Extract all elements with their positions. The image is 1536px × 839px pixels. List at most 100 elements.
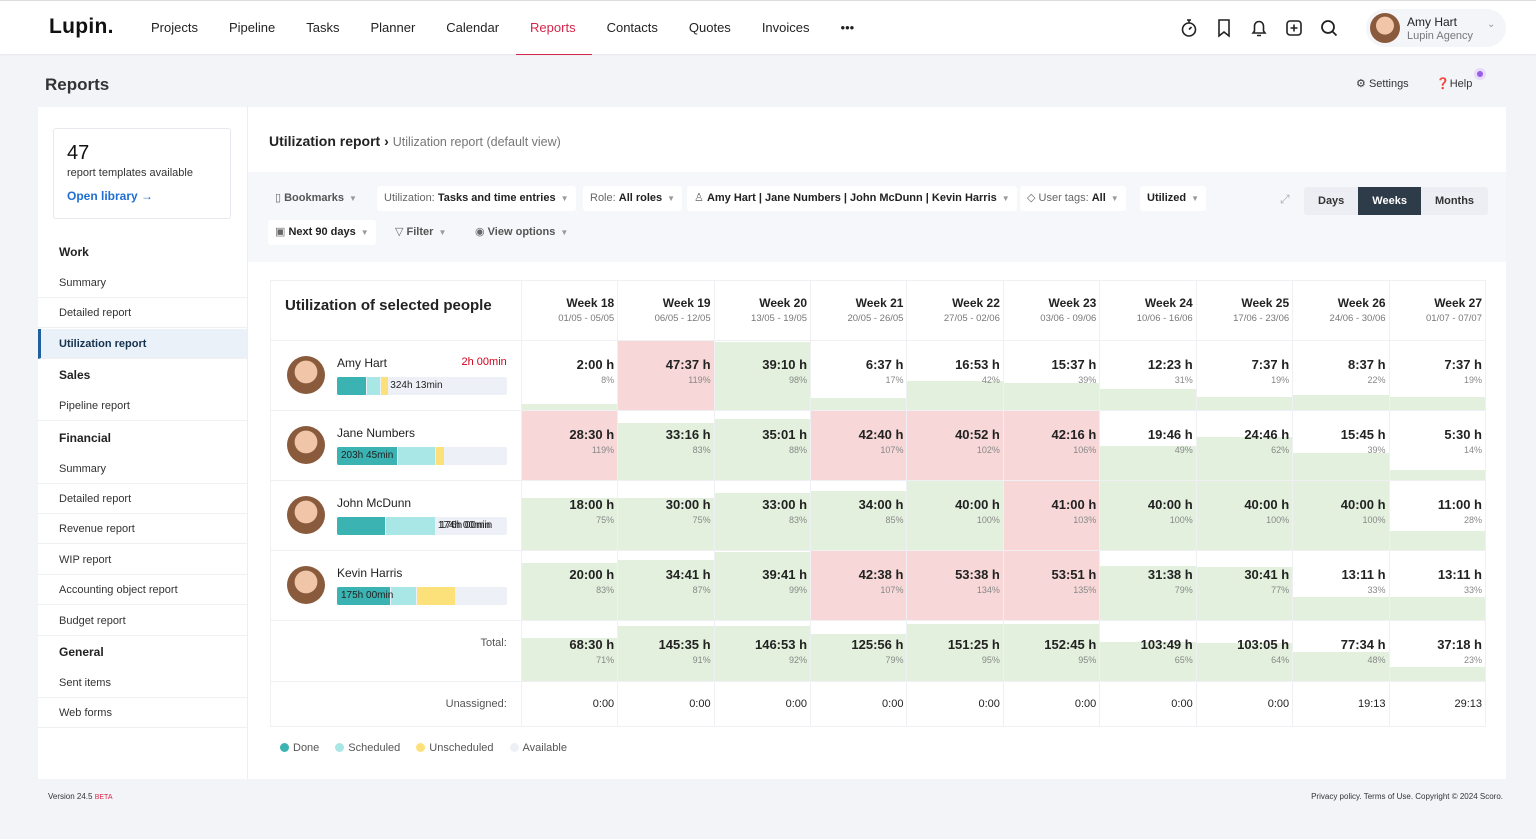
utilization-cell[interactable]: 28:30 h 119%: [520, 410, 619, 481]
utilization-cell[interactable]: 152:45 h 95%: [1002, 620, 1101, 682]
utilization-cell[interactable]: 33:16 h 83%: [617, 410, 715, 481]
user-tags-dropdown[interactable]: ◇ User tags: All ▼: [1020, 186, 1126, 211]
utilization-cell[interactable]: 40:00 h 100%: [1292, 480, 1390, 551]
utilization-cell[interactable]: 68:30 h 71%: [520, 620, 619, 682]
utilization-cell[interactable]: 7:37 h 19%: [1195, 340, 1294, 411]
utilization-cell[interactable]: 40:00 h 100%: [1099, 480, 1197, 551]
scale-weeks[interactable]: Weeks: [1358, 187, 1421, 215]
scale-months[interactable]: Months: [1421, 187, 1488, 215]
nav-item-quotes[interactable]: Quotes: [689, 1, 731, 55]
utilization-cell[interactable]: 40:52 h 102%: [906, 410, 1004, 481]
utilization-cell[interactable]: 30:41 h 77%: [1195, 550, 1294, 621]
utilization-cell[interactable]: 31:38 h 79%: [1099, 550, 1197, 621]
footer-links[interactable]: Privacy policy. Terms of Use. Copyright …: [1311, 792, 1503, 801]
utilization-cell[interactable]: 6:37 h 17%: [810, 340, 908, 411]
utilization-cell[interactable]: 33:00 h 83%: [713, 480, 812, 551]
utilization-cell[interactable]: 37:18 h 23%: [1388, 620, 1487, 682]
sidebar-item-summary[interactable]: Summary: [38, 268, 247, 298]
utilization-dropdown[interactable]: Utilization: Tasks and time entries ▼: [377, 186, 576, 211]
search-icon[interactable]: [1320, 18, 1338, 38]
utilization-cell[interactable]: 145:35 h 91%: [617, 620, 715, 682]
sidebar-item-accounting-object-report[interactable]: Accounting object report: [38, 575, 247, 606]
utilization-cell[interactable]: 5:30 h 14%: [1388, 410, 1487, 481]
sidebar-item-detailed-report[interactable]: Detailed report: [38, 484, 247, 514]
utilization-cell[interactable]: 20:00 h 83%: [520, 550, 619, 621]
sidebar-item-wip-report[interactable]: WIP report: [38, 545, 247, 575]
utilization-cell[interactable]: 125:56 h 79%: [810, 620, 908, 682]
utilization-cell[interactable]: 39:10 h 98%: [713, 340, 812, 411]
sidebar-item-utilization-report[interactable]: Utilization report: [38, 328, 247, 359]
scale-days[interactable]: Days: [1304, 187, 1358, 215]
sidebar-item-detailed-report[interactable]: Detailed report: [38, 298, 247, 329]
utilization-cell[interactable]: 18:00 h 75%: [520, 480, 619, 551]
utilization-fill: [1003, 383, 1100, 410]
nav-item-contacts[interactable]: Contacts: [607, 1, 658, 55]
utilization-fill: [521, 404, 618, 410]
utilization-cell[interactable]: 15:45 h 39%: [1292, 410, 1390, 481]
utilization-cell[interactable]: 151:25 h 95%: [906, 620, 1004, 682]
utilization-cell[interactable]: 34:41 h 87%: [617, 550, 715, 621]
logo[interactable]: Lupin.: [49, 15, 114, 39]
sidebar-item-summary[interactable]: Summary: [38, 454, 247, 484]
cell-hours: 103:49 h: [1140, 637, 1193, 652]
utilization-cell[interactable]: 7:37 h 19%: [1388, 340, 1487, 411]
utilization-cell[interactable]: 53:38 h 134%: [906, 550, 1004, 621]
bookmark-icon[interactable]: [1215, 18, 1233, 38]
timer-icon[interactable]: [1180, 18, 1198, 38]
sidebar-item-revenue-report[interactable]: Revenue report: [38, 514, 247, 545]
utilization-cell[interactable]: 41:00 h 103%: [1002, 480, 1101, 551]
period-dropdown[interactable]: ▣ Next 90 days ▼: [268, 220, 376, 245]
utilization-cell[interactable]: 34:00 h 85%: [810, 480, 908, 551]
utilization-cell[interactable]: 13:11 h 33%: [1292, 550, 1390, 621]
utilization-cell[interactable]: 15:37 h 39%: [1002, 340, 1101, 411]
utilization-cell[interactable]: 42:16 h 106%: [1002, 410, 1101, 481]
role-dropdown[interactable]: Role: All roles ▼: [583, 186, 683, 211]
utilized-dropdown[interactable]: Utilized ▼: [1140, 186, 1207, 211]
settings-button[interactable]: ⚙ Settings: [1356, 77, 1409, 90]
bell-icon[interactable]: [1250, 18, 1268, 38]
utilization-cell[interactable]: 47:37 h 119%: [617, 340, 715, 411]
expand-icon[interactable]: ⤢: [1280, 192, 1290, 207]
sidebar-item-pipeline-report[interactable]: Pipeline report: [38, 391, 247, 422]
utilization-cell[interactable]: 40:00 h 100%: [906, 480, 1004, 551]
utilization-cell[interactable]: 13:11 h 33%: [1388, 550, 1487, 621]
nav-item-planner[interactable]: Planner: [370, 1, 415, 55]
utilization-cell[interactable]: 146:53 h 92%: [713, 620, 812, 682]
utilization-cell[interactable]: 19:46 h 49%: [1099, 410, 1197, 481]
nav-item-reports[interactable]: Reports: [516, 1, 591, 55]
nav-item-pipeline[interactable]: Pipeline: [229, 1, 275, 55]
nav-item-invoices[interactable]: Invoices: [762, 1, 810, 55]
help-button[interactable]: ❓Help: [1436, 71, 1483, 90]
utilization-cell[interactable]: 39:41 h 99%: [713, 550, 812, 621]
utilization-cell[interactable]: 42:40 h 107%: [810, 410, 908, 481]
utilization-cell[interactable]: 103:49 h 65%: [1099, 620, 1197, 682]
sidebar-item-web-forms[interactable]: Web forms: [38, 698, 247, 729]
utilization-cell[interactable]: 35:01 h 88%: [713, 410, 812, 481]
user-menu[interactable]: Amy Hart Lupin Agency ⌄: [1366, 9, 1506, 47]
bookmarks-dropdown[interactable]: ▯ Bookmarks ▼: [268, 186, 364, 211]
open-library-link[interactable]: Open library →: [67, 189, 153, 203]
add-icon[interactable]: [1285, 18, 1303, 38]
more-icon[interactable]: •••: [841, 1, 855, 55]
utilization-cell[interactable]: 11:00 h 28%: [1388, 480, 1487, 551]
utilization-cell[interactable]: 30:00 h 75%: [617, 480, 715, 551]
sidebar-item-sent-items[interactable]: Sent items: [38, 668, 247, 698]
view-options-dropdown[interactable]: ◉ View options ▼: [468, 220, 575, 245]
utilization-cell[interactable]: 53:51 h 135%: [1002, 550, 1101, 621]
utilization-cell[interactable]: 2:00 h 8%: [520, 340, 619, 411]
nav-item-tasks[interactable]: Tasks: [306, 1, 339, 55]
nav-item-projects[interactable]: Projects: [151, 1, 198, 55]
utilization-cell[interactable]: 42:38 h 107%: [810, 550, 908, 621]
utilization-cell[interactable]: 40:00 h 100%: [1195, 480, 1294, 551]
breadcrumb-title[interactable]: Utilization report: [269, 133, 380, 149]
utilization-cell[interactable]: 8:37 h 22%: [1292, 340, 1390, 411]
nav-item-calendar[interactable]: Calendar: [446, 1, 499, 55]
utilization-cell[interactable]: 24:46 h 62%: [1195, 410, 1294, 481]
filter-dropdown[interactable]: ▽ Filter ▼: [388, 220, 453, 245]
utilization-cell[interactable]: 16:53 h 42%: [906, 340, 1004, 411]
utilization-cell[interactable]: 12:23 h 31%: [1099, 340, 1197, 411]
sidebar-item-budget-report[interactable]: Budget report: [38, 606, 247, 636]
utilization-cell[interactable]: 77:34 h 48%: [1292, 620, 1390, 682]
utilization-cell[interactable]: 103:05 h 64%: [1195, 620, 1294, 682]
people-dropdown[interactable]: ♙ Amy Hart | Jane Numbers | John McDunn …: [687, 186, 1017, 211]
